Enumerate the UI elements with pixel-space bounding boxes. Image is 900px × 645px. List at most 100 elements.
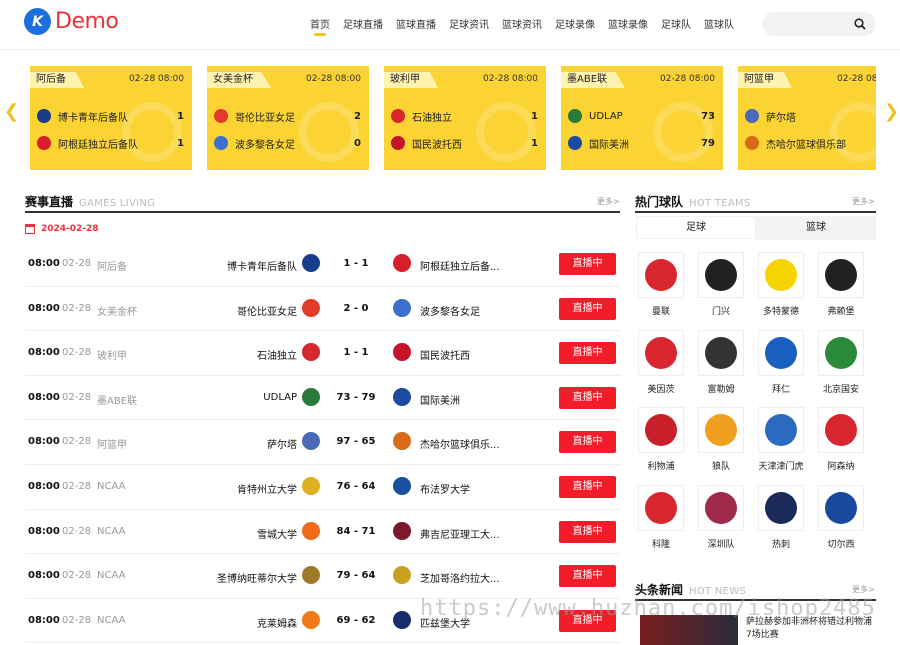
carousel-prev-icon[interactable]: ❮ (4, 103, 19, 121)
tab-football[interactable]: 足球 (636, 216, 756, 240)
carousel-card[interactable]: 阿篮甲 02-28 08:00 萨尔塔杰哈尔篮球俱乐部 (738, 66, 876, 170)
team-item[interactable]: 深圳队 (697, 484, 745, 550)
team-item[interactable]: 切尔西 (817, 484, 865, 550)
team-item[interactable]: 弗赖堡 (817, 252, 865, 317)
nav-item[interactable]: 篮球直播 (396, 16, 436, 36)
card-away-row: 国际美洲 79 (568, 135, 715, 151)
team-logo-icon (214, 109, 228, 123)
logo-text: Demo (55, 9, 119, 34)
match-away-team[interactable]: 阿根廷独立后备... (420, 258, 560, 273)
live-button[interactable]: 直播中 (559, 565, 616, 588)
away-team-logo-icon (393, 610, 411, 629)
team-item[interactable]: 门兴 (697, 252, 745, 317)
hot-teams-subtitle: HOT TEAMS (689, 198, 751, 209)
carousel-card[interactable]: 女美金杯 02-28 08:00 哥伦比亚女足 2 波多黎各女足 0 (207, 66, 369, 170)
team-name: 切尔西 (827, 539, 855, 550)
team-logo-icon (568, 136, 582, 150)
nav-item[interactable]: 足球直播 (343, 16, 383, 36)
card-home-row: 石油独立 1 (391, 108, 538, 124)
card-home-row: 博卡青年后备队 1 (37, 108, 184, 124)
carousel-card[interactable]: 玻利甲 02-28 08:00 石油独立 1 国民波托西 1 (384, 66, 546, 170)
team-crest-box (698, 252, 744, 298)
match-away-team[interactable]: 弗吉尼亚理工大... (420, 526, 560, 541)
match-date: 02-28 (62, 525, 92, 537)
team-crest-box (818, 484, 864, 531)
match-row[interactable]: 08:00 02-28 玻利甲 石油独立 1 - 1 国民波托西 直播中 (25, 331, 620, 376)
match-home-team[interactable]: 石油独立 (257, 347, 297, 362)
match-home-team[interactable]: UDLAP (263, 392, 297, 403)
team-item[interactable]: 天津津门虎 (757, 407, 805, 472)
match-row[interactable]: 08:00 02-28 NCAA 圣博纳旺蒂尔大学 79 - 64 芝加哥洛约拉大... 直… (25, 554, 620, 599)
team-item[interactable]: 利物浦 (637, 407, 685, 472)
team-name: 多特蒙德 (762, 307, 799, 317)
live-button[interactable]: 直播中 (559, 253, 616, 275)
nav-item[interactable]: 足球资讯 (449, 16, 489, 36)
team-logo-icon (568, 109, 582, 123)
match-home-team[interactable]: 哥伦比亚女足 (237, 303, 297, 318)
match-time: 08:00 (28, 347, 60, 359)
team-item[interactable]: 狼队 (697, 407, 745, 472)
carousel-card[interactable]: 墨ABE联 02-28 08:00 UDLAP 73 国际美洲 79 (561, 66, 723, 170)
nav-item[interactable]: 足球队 (661, 16, 691, 36)
nav-item[interactable]: 篮球资讯 (502, 16, 542, 36)
match-score: 76 - 64 (336, 480, 376, 492)
nav-item[interactable]: 篮球队 (704, 16, 734, 36)
live-button[interactable]: 直播中 (559, 431, 616, 454)
team-item[interactable]: 曼联 (637, 252, 685, 317)
carousel-next-icon[interactable]: ❯ (884, 103, 899, 121)
match-row[interactable]: 08:00 02-28 阿篮甲 萨尔塔 97 - 65 杰哈尔篮球俱乐... 直播中 (25, 420, 620, 465)
match-away-team[interactable]: 杰哈尔篮球俱乐... (420, 436, 560, 451)
nav-item[interactable]: 首页 (310, 16, 330, 36)
team-item[interactable]: 北京国安 (817, 329, 865, 395)
live-button[interactable]: 直播中 (559, 520, 616, 543)
match-away-team[interactable]: 国民波托西 (420, 347, 560, 362)
team-item[interactable]: 多特蒙德 (757, 252, 805, 317)
nav-item[interactable]: 足球录像 (555, 16, 595, 36)
tab-basketball[interactable]: 篮球 (756, 216, 876, 240)
search-icon[interactable] (854, 18, 866, 30)
match-time: 08:00 (28, 480, 60, 492)
team-item[interactable]: 富勒姆 (697, 329, 745, 395)
match-row[interactable]: 08:00 02-28 女美金杯 哥伦比亚女足 2 - 0 波多黎各女足 直播中 (25, 287, 620, 332)
match-row[interactable]: 08:00 02-28 墨ABE联 UDLAP 73 - 79 国际美洲 直播中 (25, 376, 620, 421)
live-button[interactable]: 直播中 (559, 386, 616, 409)
match-row[interactable]: 08:00 02-28 NCAA 雪城大学 84 - 71 弗吉尼亚理工大... 直播中 (25, 510, 620, 555)
match-away-team[interactable]: 波多黎各女足 (420, 303, 560, 318)
match-home-team[interactable]: 雪城大学 (257, 526, 297, 541)
home-team-logo-icon (302, 343, 320, 362)
match-home-team[interactable]: 克莱姆森 (257, 615, 297, 630)
team-item[interactable]: 热刺 (757, 484, 805, 550)
match-away-team[interactable]: 国际美洲 (420, 392, 560, 407)
team-item[interactable]: 拜仁 (757, 329, 805, 395)
team-crest-box (818, 329, 864, 376)
card-time: 02-28 08:00 (660, 74, 715, 84)
team-item[interactable]: 美因茨 (637, 329, 685, 395)
match-date: 02-28 (62, 391, 92, 403)
card-league: 玻利甲 (384, 72, 438, 88)
match-home-team[interactable]: 肯特州立大学 (237, 481, 297, 496)
match-row[interactable]: 08:00 02-28 阿后备 博卡青年后备队 1 - 1 阿根廷独立后备... 直播中 (25, 242, 620, 287)
nav-item[interactable]: 篮球录像 (608, 16, 648, 36)
team-logo-icon (37, 109, 51, 123)
hot-teams-more-link[interactable]: 更多> (852, 196, 875, 207)
carousel-cards: 阿后备 02-28 08:00 博卡青年后备队 1 阿根廷独立后备队 1 女美金杯 02-28… (30, 66, 876, 170)
team-logo-icon (37, 136, 51, 150)
match-home-team[interactable]: 萨尔塔 (267, 436, 297, 451)
live-button[interactable]: 直播中 (559, 297, 616, 320)
team-item[interactable]: 科隆 (637, 484, 685, 550)
site-logo[interactable]: K Demo (24, 8, 119, 35)
live-more-link[interactable]: 更多> (597, 196, 620, 207)
match-row[interactable]: 08:00 02-28 NCAA 肯特州立大学 76 - 64 布法罗大学 直播中 (25, 465, 620, 510)
team-item[interactable]: 阿森纳 (817, 407, 865, 472)
live-button[interactable]: 直播中 (559, 475, 616, 498)
match-home-team[interactable]: 博卡青年后备队 (227, 258, 297, 273)
match-away-team[interactable]: 芝加哥洛约拉大... (420, 570, 560, 585)
match-away-team[interactable]: 布法罗大学 (420, 481, 560, 496)
match-home-team[interactable]: 圣博纳旺蒂尔大学 (217, 570, 297, 585)
team-crest-box (758, 329, 804, 376)
team-crest-box (758, 252, 804, 298)
carousel-card[interactable]: 阿后备 02-28 08:00 博卡青年后备队 1 阿根廷独立后备队 1 (30, 66, 192, 170)
match-league: 女美金杯 (97, 306, 137, 318)
news-more-link[interactable]: 更多> (852, 584, 875, 595)
live-button[interactable]: 直播中 (559, 342, 616, 365)
